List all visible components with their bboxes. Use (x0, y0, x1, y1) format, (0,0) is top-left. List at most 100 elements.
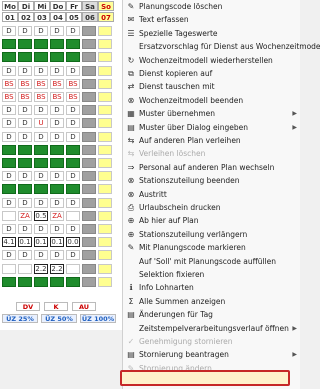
schedule-cell[interactable] (66, 276, 80, 287)
schedule-cell[interactable] (98, 224, 112, 234)
schedule-cell[interactable] (98, 276, 112, 287)
schedule-cell[interactable] (98, 250, 112, 261)
schedule-cell[interactable]: D (2, 171, 16, 182)
schedule-cell[interactable]: D (34, 250, 48, 261)
menu-item[interactable]: ⊕ Ab hier auf Plan (123, 215, 301, 227)
schedule-cell[interactable] (82, 197, 96, 208)
schedule-cell[interactable]: ZA (18, 210, 32, 221)
schedule-cell[interactable]: 0.1 (50, 237, 64, 248)
schedule-cell[interactable]: D (66, 105, 80, 116)
schedule-cell[interactable]: 4.1 (2, 237, 16, 248)
schedule-cell[interactable] (18, 39, 32, 50)
schedule-cell[interactable]: BS (34, 78, 48, 89)
schedule-cell[interactable] (50, 39, 64, 50)
menu-item[interactable]: ⧉ Dienst kopieren auf (123, 68, 301, 80)
schedule-cell[interactable] (66, 210, 80, 221)
schedule-cell[interactable] (2, 263, 16, 274)
schedule-cell[interactable] (34, 144, 48, 155)
schedule-cell[interactable] (50, 184, 64, 195)
schedule-cell[interactable]: D (50, 171, 64, 182)
schedule-cell[interactable]: 0.5 (34, 210, 48, 221)
schedule-cell[interactable] (66, 52, 80, 63)
schedule-cell[interactable]: D (50, 250, 64, 261)
schedule-cell[interactable] (82, 210, 96, 221)
schedule-cell[interactable] (98, 171, 112, 182)
menu-item[interactable]: ✓ Genehmigung stornieren (123, 336, 301, 348)
schedule-cell[interactable]: D (2, 197, 16, 208)
schedule-cell[interactable]: BS (34, 92, 48, 102)
schedule-cell[interactable]: D (34, 105, 48, 116)
schedule-cell[interactable] (82, 171, 96, 182)
schedule-cell[interactable]: D (66, 197, 80, 208)
schedule-cell[interactable] (2, 184, 16, 195)
menu-item[interactable]: ✎ Planungscode löschen (123, 1, 301, 13)
schedule-cell[interactable] (82, 118, 96, 129)
schedule-cell[interactable]: D (66, 224, 80, 234)
schedule-cell[interactable]: D (66, 118, 80, 129)
schedule-cell[interactable] (82, 52, 96, 63)
schedule-cell[interactable] (18, 158, 32, 168)
schedule-cell[interactable] (18, 263, 32, 274)
schedule-cell[interactable] (2, 276, 16, 287)
schedule-cell[interactable] (82, 78, 96, 89)
schedule-cell[interactable] (34, 52, 48, 63)
schedule-cell[interactable]: BS (66, 78, 80, 89)
schedule-cell[interactable]: D (34, 65, 48, 76)
schedule-cell[interactable]: D (50, 131, 64, 142)
schedule-cell[interactable] (98, 92, 112, 102)
menu-item[interactable]: Ersatzvorschlag für Dienst aus Wochenzei… (123, 41, 320, 53)
schedule-cell[interactable] (98, 105, 112, 116)
schedule-cell[interactable]: 0.1 (34, 237, 48, 248)
schedule-cell[interactable] (50, 158, 64, 168)
menu-item[interactable]: ⇆ Verleihen löschen (123, 148, 301, 160)
schedule-cell[interactable]: BS (66, 92, 80, 102)
menu-item[interactable]: ⊕ Stationszuteilung verlängern (123, 229, 301, 241)
schedule-cell[interactable]: D (2, 105, 16, 116)
schedule-cell[interactable] (34, 276, 48, 287)
schedule-cell[interactable] (66, 184, 80, 195)
schedule-cell[interactable]: D (18, 171, 32, 182)
schedule-cell[interactable]: D (66, 65, 80, 76)
schedule-cell[interactable] (82, 144, 96, 155)
schedule-cell[interactable] (98, 118, 112, 129)
schedule-cell[interactable] (18, 276, 32, 287)
schedule-cell[interactable] (98, 26, 112, 36)
schedule-cell[interactable]: D (18, 26, 32, 36)
menu-item[interactable]: ⇆ Auf anderen Plan verleihen (123, 135, 301, 147)
schedule-cell[interactable]: D (66, 171, 80, 182)
menu-item[interactable]: ⊗ Wochenzeitmodell beenden (123, 95, 301, 107)
schedule-cell[interactable] (18, 52, 32, 63)
menu-item[interactable]: ▤ Stornierung beantragen ▶ (123, 349, 301, 361)
schedule-cell[interactable]: D (66, 250, 80, 261)
schedule-cell[interactable]: BS (50, 78, 64, 89)
schedule-cell[interactable] (50, 276, 64, 287)
menu-item[interactable]: ↻ Wochenzeitmodell wiederherstellen (123, 55, 301, 67)
schedule-cell[interactable] (66, 158, 80, 168)
menu-item[interactable]: ⊗ Stationszuteilung beenden (123, 175, 301, 187)
schedule-cell[interactable]: D (34, 171, 48, 182)
schedule-cell[interactable] (82, 26, 96, 36)
schedule-cell[interactable]: ZA (50, 210, 64, 221)
schedule-cell[interactable]: D (34, 131, 48, 142)
schedule-cell[interactable]: BS (18, 92, 32, 102)
schedule-cell[interactable]: D (50, 65, 64, 76)
schedule-cell[interactable] (98, 197, 112, 208)
schedule-cell[interactable]: D (2, 26, 16, 36)
schedule-cell[interactable]: D (2, 224, 16, 234)
menu-item[interactable]: Σ Alle Summen anzeigen (123, 296, 301, 308)
schedule-cell[interactable] (82, 237, 96, 248)
menu-item[interactable]: ⇄ Dienst tauschen mit (123, 81, 301, 93)
schedule-cell[interactable] (82, 184, 96, 195)
menu-item[interactable]: ☰ Spezielle Tageswerte (123, 28, 301, 40)
schedule-cell[interactable] (2, 39, 16, 50)
schedule-cell[interactable]: D (2, 118, 16, 129)
schedule-cell[interactable] (98, 65, 112, 76)
schedule-cell[interactable] (66, 39, 80, 50)
schedule-cell[interactable] (98, 78, 112, 89)
menu-item[interactable]: ▦ Muster übernehmen ▶ (123, 108, 301, 120)
schedule-cell[interactable] (98, 158, 112, 168)
schedule-cell[interactable] (34, 184, 48, 195)
schedule-cell[interactable] (2, 52, 16, 63)
menu-item[interactable]: ✎ Mit Planungscode markieren (123, 242, 301, 254)
schedule-cell[interactable] (82, 276, 96, 287)
